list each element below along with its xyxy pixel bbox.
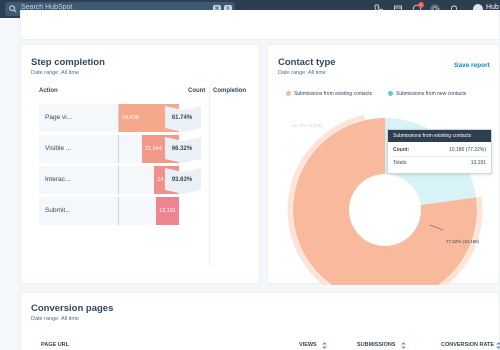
sort-icon[interactable]	[322, 342, 327, 349]
row-divider	[118, 166, 119, 194]
column-header-submissions[interactable]: SUBMISSIONS	[357, 342, 396, 348]
completion-rate-chevron: 61.74%	[165, 106, 201, 137]
completion-column-header: Completion	[213, 88, 246, 94]
conversion-pages-date-range: Date range: All time	[31, 316, 79, 322]
completion-rate: 66.32%	[171, 146, 193, 152]
sort-icon[interactable]	[401, 342, 406, 349]
conversion-pages-card: Conversion pages Date range: All time PA…	[20, 292, 500, 350]
funnel-step-label[interactable]: Interac...	[45, 176, 70, 183]
tooltip-totals-value: 13,191	[470, 160, 486, 166]
column-header-views[interactable]: VIEWS	[299, 342, 317, 348]
slice-label-existing: 77.22% (10,186)	[446, 239, 480, 244]
funnel-step-label[interactable]: Submit...	[45, 207, 71, 214]
funnel-step-label[interactable]: Visible ...	[45, 145, 71, 152]
completion-rate: 61.74%	[171, 115, 193, 121]
completion-rate-chevron: 93.63%	[165, 168, 201, 199]
column-header-conversion-rate[interactable]: CONVERSION RATE	[441, 342, 494, 348]
funnel-bar-value: 13,191	[158, 208, 176, 214]
notification-badge: 1	[418, 2, 424, 8]
step-completion-title: Step completion	[31, 57, 105, 68]
completion-rate: 93.63%	[171, 177, 193, 183]
completion-rate-chevron: 66.32%	[165, 137, 201, 168]
sort-icon[interactable]	[496, 342, 500, 349]
column-header-page-url[interactable]: PAGE URL	[41, 342, 69, 348]
contact-type-card: Contact type Date range: All time Save r…	[267, 44, 500, 285]
step-completion-date-range: Date range: All time	[31, 70, 79, 76]
previous-section-card	[20, 10, 500, 40]
search-icon	[9, 5, 17, 13]
column-divider	[209, 87, 210, 267]
chart-tooltip: Submissions from existing contacts Count…	[387, 129, 492, 174]
conversion-pages-title: Conversion pages	[31, 303, 114, 314]
tooltip-divider	[393, 156, 486, 157]
tooltip-title: Submissions from existing contacts	[388, 130, 491, 142]
tooltip-count-value: 10,186 (77.22%)	[449, 147, 486, 153]
funnel-bar-value: 34,408	[122, 115, 139, 121]
slice-label-new: 22.78% (3,005)	[292, 123, 323, 128]
step-completion-card: Step completion Date range: All time Act…	[20, 44, 260, 284]
funnel-step-label[interactable]: Page vi...	[45, 114, 72, 121]
count-column-header: Count	[188, 88, 206, 94]
row-divider	[118, 104, 119, 132]
tooltip-count-label: Count:	[393, 147, 410, 153]
row-divider	[118, 197, 119, 225]
funnel-bar-value: 21,244	[144, 146, 162, 152]
action-column-header: Action	[39, 88, 58, 94]
tooltip-totals-label: Totals:	[393, 160, 408, 166]
row-divider	[118, 135, 119, 163]
